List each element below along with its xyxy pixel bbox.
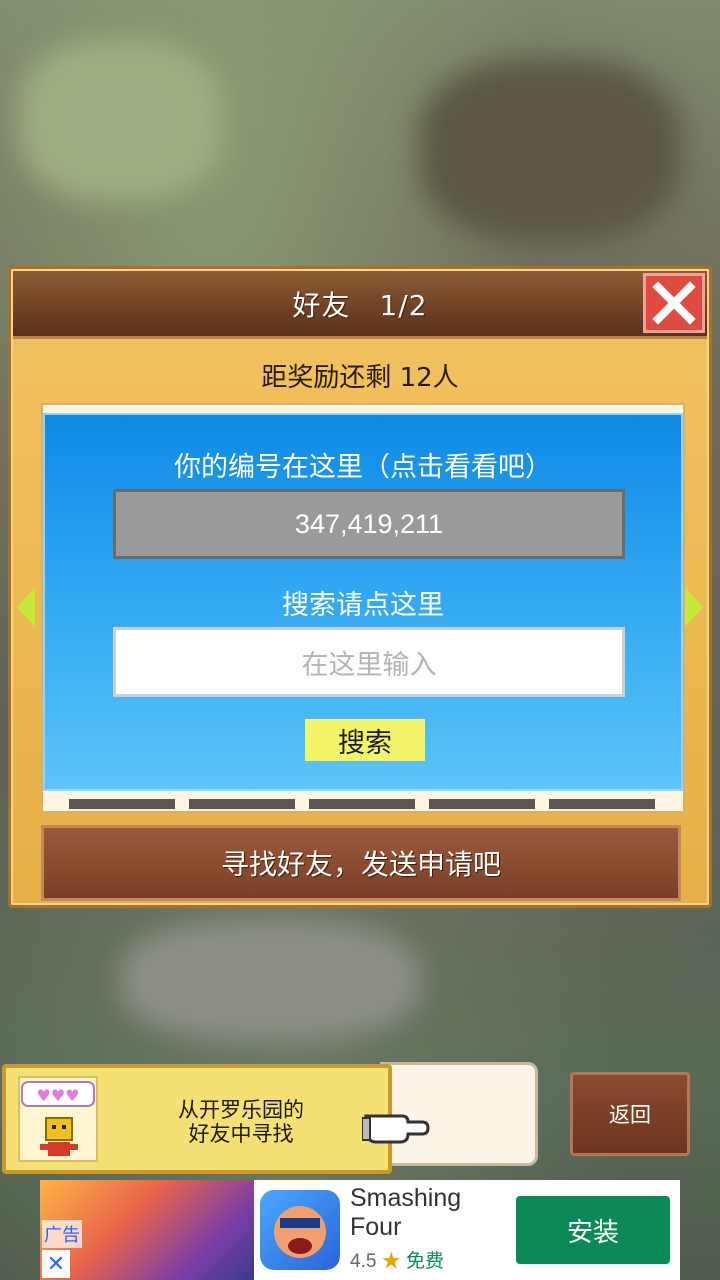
search-panel: 你的编号在这里（点击看看吧） 347,419,211 搜索请点这里 在这里输入 … [43, 413, 683, 791]
robot-avatar-icon [40, 1117, 78, 1156]
rating-value: 4.5 [350, 1251, 377, 1272]
kairo-friends-card[interactable]: ♥♥♥ 从开罗乐园的 好友中寻找 [2, 1064, 430, 1174]
friend-slot[interactable] [429, 799, 535, 809]
ad-image[interactable]: 广告 ✕ [40, 1180, 254, 1280]
install-button[interactable]: 安装 [516, 1196, 670, 1264]
dialog-title: 好友 1/2 [292, 288, 428, 322]
find-friends-label: 寻找好友，发送申请吧 [220, 848, 501, 881]
background-blob [120, 920, 420, 1040]
hearts-icon: ♥♥♥ [21, 1081, 95, 1107]
ad-label: 广告 [42, 1220, 82, 1248]
app-name-line2: Four [350, 1213, 402, 1241]
avatar: ♥♥♥ [18, 1076, 98, 1162]
app-rating: 4.5 ★ 免费 [350, 1246, 444, 1273]
pointing-hand-icon [362, 1114, 430, 1144]
back-button-label: 返回 [609, 1103, 651, 1127]
friends-dialog: 好友 1/2 距奖励还剩 12人 你的编号在这里（点击看看吧） 347,419,… [8, 266, 712, 908]
search-button-label: 搜索 [338, 727, 392, 759]
right-arrow-icon[interactable] [685, 587, 703, 627]
ad-banner[interactable]: 广告 ✕ Smashing Four 4.5 ★ 免费 安装 [40, 1180, 680, 1280]
id-label: 你的编号在这里（点击看看吧） [174, 452, 552, 483]
search-button[interactable]: 搜索 [305, 719, 425, 761]
app-character-icon [274, 1206, 326, 1258]
search-placeholder: 在这里输入 [301, 649, 437, 681]
close-icon [652, 281, 696, 325]
price-label: 免费 [406, 1251, 445, 1272]
friend-slot[interactable] [309, 799, 415, 809]
dialog-title-bar: 好友 1/2 [13, 271, 707, 339]
background-blob [20, 40, 220, 200]
kairo-text-line1: 从开罗乐园的 [178, 1098, 304, 1122]
player-id-box[interactable]: 347,419,211 [113, 489, 625, 559]
background-blob [420, 60, 680, 240]
app-name: Smashing Four [350, 1184, 461, 1242]
find-friends-button[interactable]: 寻找好友，发送申请吧 [41, 825, 681, 901]
app-icon[interactable] [260, 1190, 340, 1270]
app-name-line1: Smashing [350, 1184, 462, 1212]
search-input[interactable]: 在这里输入 [113, 627, 625, 697]
install-button-label: 安装 [566, 1217, 619, 1248]
friend-slot[interactable] [549, 799, 655, 809]
svg-text:♥♥♥: ♥♥♥ [36, 1086, 79, 1105]
player-id-value: 347,419,211 [294, 508, 444, 539]
left-arrow-icon[interactable] [17, 587, 35, 627]
friend-slot[interactable] [69, 799, 175, 809]
back-button[interactable]: 返回 [570, 1072, 690, 1156]
kairo-friends-text: 从开罗乐园的 好友中寻找 [116, 1098, 366, 1146]
search-label: 搜索请点这里 [282, 590, 444, 621]
kairo-text-line2: 好友中寻找 [188, 1122, 294, 1146]
close-icon[interactable]: ✕ [42, 1250, 70, 1278]
reward-remaining-text: 距奖励还剩 12人 [261, 363, 459, 393]
close-button[interactable] [643, 273, 705, 333]
star-icon: ★ [381, 1251, 401, 1272]
friend-slot[interactable] [189, 799, 295, 809]
